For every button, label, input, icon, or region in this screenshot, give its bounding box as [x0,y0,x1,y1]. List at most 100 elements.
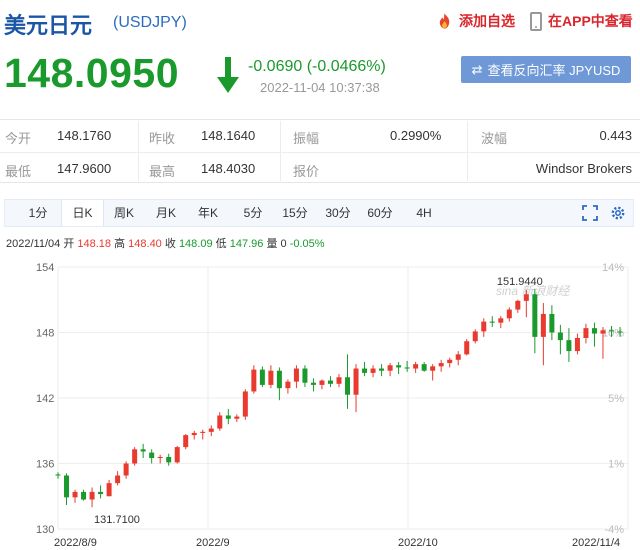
candle-body [55,474,61,476]
candle-body [438,363,444,367]
y-tick-label: 142 [36,393,54,405]
candle-body [200,431,206,433]
candle-body [276,370,282,389]
candle-body [268,370,274,385]
swap-icon: ⇄ [471,61,483,77]
prev-close-value: 148.1640 [201,128,256,143]
candle-body [89,491,95,500]
candle-body [387,365,393,371]
candle-body [447,359,453,364]
fullscreen-icon[interactable] [581,204,599,222]
candle-body [234,416,240,419]
tab-daily[interactable]: 日K [61,200,104,226]
candle-body [98,491,104,495]
x-tick-label: 2022/10 [398,537,438,549]
ohlc-close: 148.09 [178,238,213,250]
instrument-name: 美元日元 [4,13,93,38]
candle-body [310,382,316,385]
candle-body [64,475,70,498]
high-label: 最高 [149,164,176,179]
ohlc-high: 148.40 [128,238,162,250]
tab-15min[interactable]: 15分 [278,200,312,226]
quote-source-label: 报价 [293,164,320,179]
ohlc-volume-label: 量 [266,238,278,250]
candle-body [489,321,495,323]
stats-row: 最低 147.9600 最高 148.4030 报价 Windsor Broke… [0,152,640,183]
reverse-rate-label: 查看反向汇率 JPYUSD [487,63,621,78]
open-in-app-button[interactable]: 在APP中查看 [530,11,633,31]
stats-divider [138,121,139,181]
candle-body [396,365,402,368]
phone-icon [530,11,542,31]
ohlc-open: 148.18 [77,238,112,250]
stats-divider [467,121,468,181]
candle-body [498,318,504,323]
candle-body [430,366,436,371]
tab-monthly[interactable]: 月K [150,200,182,226]
x-tick-label: 2022/11/4 [572,537,620,549]
y-tick-label: 154 [36,262,54,274]
tab-5min[interactable]: 5分 [238,200,268,226]
ohlc-low: 147.96 [229,238,264,250]
candle-body [191,432,197,436]
candle-body [81,491,87,500]
candle-body [225,415,231,419]
candle-body [319,380,325,385]
x-tick-label: 2022/9 [196,537,230,549]
candle-body [557,332,563,341]
amplitude-value: 0.2990% [390,128,442,143]
last-price: 148.0950 [4,50,180,96]
y-tick-label: 130 [36,524,54,536]
candle-body [336,377,342,384]
candle-body [106,483,112,497]
candle-body [353,368,359,395]
ohlc-high-label: 高 [114,238,126,250]
volatility-value: 0.443 [599,128,632,143]
max-annotation: 151.9440 [497,276,543,288]
candle-body [132,449,138,464]
add-watchlist-label: 添加自选 [459,13,515,29]
candle-body [166,456,172,463]
low-label: 最低 [5,164,32,179]
candle-body [532,294,538,337]
candle-body [379,368,385,371]
low-value: 147.9600 [57,161,112,176]
candle-body [591,328,597,334]
pct-tick-label: -4% [604,524,624,536]
tab-60min[interactable]: 60分 [363,200,397,226]
settings-icon[interactable] [609,204,627,222]
down-arrow-icon [217,57,239,93]
candle-body [574,337,580,352]
tab-weekly[interactable]: 周K [108,200,140,226]
candle-body [140,449,146,452]
open-label: 今开 [5,131,32,146]
candle-body [259,369,265,385]
reverse-rate-button[interactable]: ⇄ 查看反向汇率 JPYUSD [461,56,631,83]
tab-yearly[interactable]: 年K [192,200,224,226]
quote-header: 美元日元 (USDJPY) 添加自选 在APP中查看 [0,0,640,40]
candle-body [183,435,189,448]
candle-body [285,381,291,389]
tab-4h[interactable]: 4H [409,200,439,226]
candlestick-chart[interactable]: 15414814213613014%10%5%1%-4%sina 新浪财经151… [0,255,640,550]
tab-1min[interactable]: 1分 [23,200,53,226]
tab-30min[interactable]: 30分 [321,200,355,226]
period-tabs: 1分 日K 周K 月K 年K 5分 15分 30分 60分 4H [4,199,634,227]
pct-tick-label: 1% [608,459,624,471]
candle-body [327,380,333,384]
candle-body [345,377,351,395]
add-watchlist-button[interactable]: 添加自选 [436,11,515,31]
candle-body [523,294,529,301]
amplitude-label: 振幅 [293,131,320,146]
stats-divider [280,121,281,181]
stats-row: 今开 148.1760 昨收 148.1640 振幅 0.2990% 波幅 0.… [0,120,640,151]
prev-close-label: 昨收 [149,131,176,146]
candle-body [617,331,623,333]
price-change: -0.0690 (-0.0466%) [248,58,386,75]
candle-body [217,415,223,429]
quote-source-value: Windsor Brokers [535,161,632,176]
ohlc-readout: 2022/11/04 开 148.18 高 148.40 收 148.09 低 … [6,235,325,251]
y-tick-label: 136 [36,459,54,471]
x-tick-label: 2022/8/9 [54,537,97,549]
ohlc-close-label: 收 [164,238,176,250]
